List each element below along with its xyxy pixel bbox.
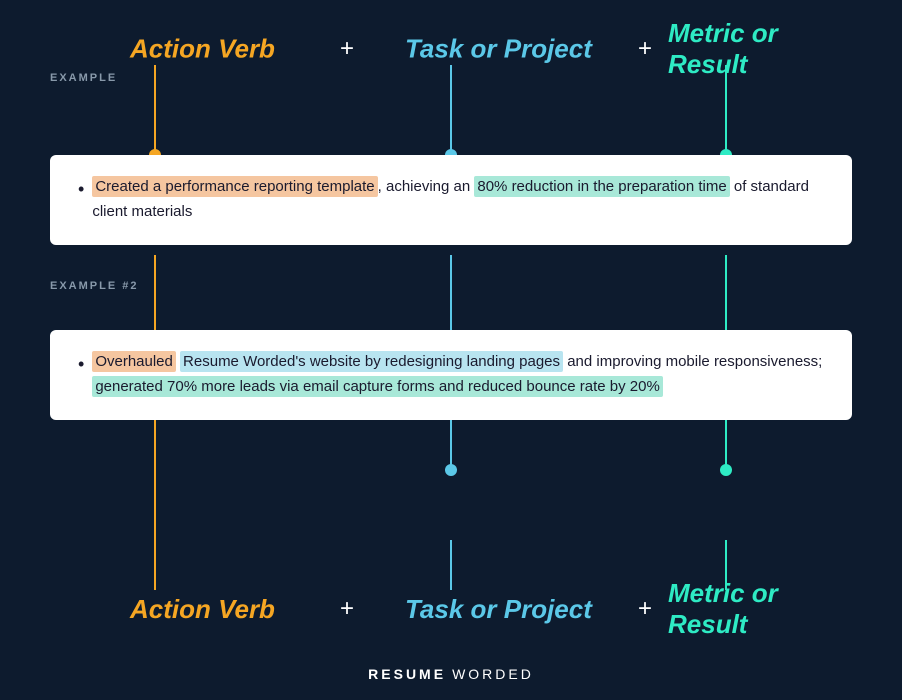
bullet1: • bbox=[78, 177, 84, 202]
example1-metric-highlight: 80% reduction in the preparation time bbox=[474, 176, 729, 197]
example1-connector-text: , achieving an bbox=[378, 178, 475, 195]
header-plus1: + bbox=[340, 35, 354, 62]
example2-section: EXAMPLE #2 bbox=[50, 280, 852, 300]
footer-metric: Metric or Result bbox=[668, 578, 778, 639]
footer-action-verb: Action Verb bbox=[130, 594, 275, 624]
header-metric: Metric or Result bbox=[668, 18, 778, 79]
example2-action-highlight: Overhauled bbox=[92, 351, 176, 372]
footer-task: Task or Project bbox=[405, 594, 592, 624]
example2-box: • Overhauled Resume Worded's website by … bbox=[50, 330, 852, 420]
example2-metric-highlight: generated 70% more leads via email captu… bbox=[92, 376, 663, 397]
example2-task-highlight: Resume Worded's website by redesigning l… bbox=[180, 351, 563, 372]
header-row: Action Verb + Task or Project + Metric o… bbox=[50, 30, 852, 68]
example1-label: EXAMPLE bbox=[50, 72, 852, 84]
footer-resume: RESUME bbox=[368, 666, 446, 682]
bottom-header-row: Action Verb + Task or Project + Metric o… bbox=[50, 590, 852, 628]
footer-brand: RESUME WORDED bbox=[368, 666, 534, 682]
example2-mid-text: and improving mobile responsiveness; bbox=[563, 353, 822, 370]
example1-box: • Created a performance reporting templa… bbox=[50, 155, 852, 245]
footer-plus2: + bbox=[638, 595, 652, 622]
header-action-verb: Action Verb bbox=[130, 34, 275, 64]
footer-worded: WORDED bbox=[452, 666, 534, 682]
main-container: Action Verb + Task or Project + Metric o… bbox=[0, 0, 902, 700]
example1-text: Created a performance reporting template… bbox=[92, 175, 824, 225]
bullet2: • bbox=[78, 352, 84, 377]
header-task: Task or Project bbox=[405, 34, 592, 64]
header-plus2: + bbox=[638, 35, 652, 62]
example2-label: EXAMPLE #2 bbox=[50, 280, 852, 292]
example1-action-highlight: Created a performance reporting template bbox=[92, 176, 377, 197]
footer-plus1: + bbox=[340, 595, 354, 622]
example2-text: Overhauled Resume Worded's website by re… bbox=[92, 350, 824, 400]
